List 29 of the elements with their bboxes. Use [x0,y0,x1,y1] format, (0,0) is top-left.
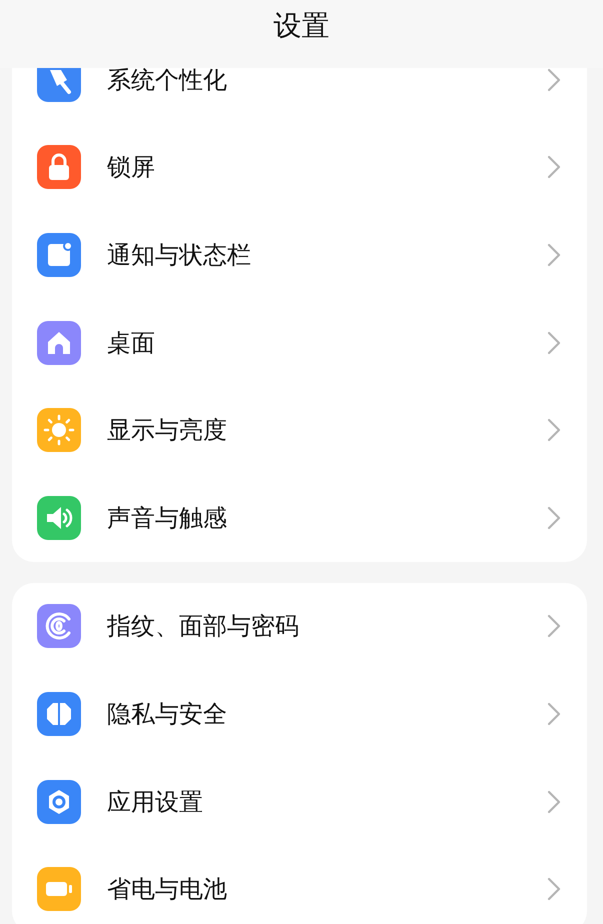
shield-icon [37,692,81,736]
settings-item[interactable]: 通知与状态栏 [107,238,547,271]
chevron-icon [547,790,561,814]
chevron-icon [547,506,561,530]
settings-item[interactable]: 声音与触感 [107,502,547,534]
chevron-icon [547,155,561,180]
settings-item[interactable]: 锁屏 [107,151,547,184]
chevron-icon [547,330,561,355]
chevron-icon [547,877,561,902]
settings-item[interactable]: 指纹、面部与密码 [107,610,547,642]
sun-icon [37,408,81,452]
settings-item[interactable]: 显示与亮度 [107,414,547,446]
settings-item[interactable]: 省电与电池 [107,873,547,906]
chevron-icon [547,702,561,726]
chevron-icon [547,242,561,267]
settings-item[interactable]: 系统个性化 [107,64,547,96]
settings-item[interactable]: 应用设置 [107,786,547,818]
notification-icon [37,232,81,277]
chevron-icon [547,68,561,92]
chevron-icon [547,418,561,442]
page-title: 设置 [274,8,330,44]
settings-item[interactable]: 隐私与安全 [107,698,547,730]
battery-icon [37,867,81,912]
lock-icon [37,145,81,190]
speaker-icon [37,496,81,540]
chevron-icon [547,614,561,638]
home-icon [37,320,81,365]
fingerprint-icon [37,604,81,648]
settings-item[interactable]: 桌面 [107,326,547,359]
